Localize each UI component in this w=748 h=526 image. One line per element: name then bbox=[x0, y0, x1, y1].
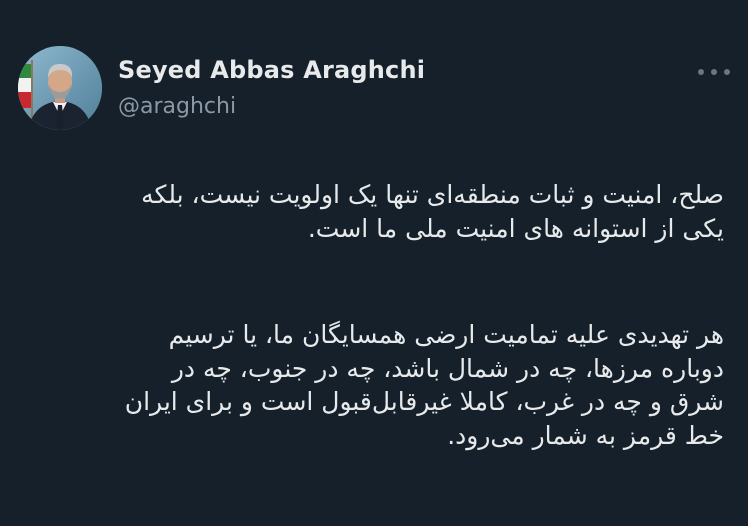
tweet-paragraph: صلح، امنیت و ثبات منطقه‌ای تنها یک اولوی… bbox=[30, 178, 724, 245]
tweet-line: هر تهدیدی علیه تمامیت ارضی همسایگان ما، … bbox=[168, 320, 724, 349]
tweet-card: Seyed Abbas Araghchi @araghchi صلح، امنی… bbox=[0, 0, 748, 526]
tweet-line: خط قرمز به شمار می‌رود. bbox=[447, 420, 724, 450]
tweet-text: صلح، امنیت و ثبات منطقه‌ای تنها یک اولوی… bbox=[30, 178, 724, 452]
more-options-icon-dot bbox=[724, 69, 730, 75]
more-options-icon-dot bbox=[711, 69, 717, 75]
tweet-line: شرق و چه در غرب، کاملا غیرقابل‌قبول است … bbox=[124, 387, 724, 416]
tweet-line: صلح، امنیت و ثبات منطقه‌ای تنها یک اولوی… bbox=[141, 180, 724, 209]
more-options-button[interactable] bbox=[698, 60, 730, 84]
tweet-paragraph: هر تهدیدی علیه تمامیت ارضی همسایگان ما، … bbox=[30, 318, 724, 452]
avatar[interactable] bbox=[18, 46, 102, 130]
tweet-line: دوباره مرزها، چه در شمال باشد، چه در جنو… bbox=[171, 353, 724, 383]
profile-photo-icon bbox=[18, 46, 102, 130]
tweet-line: یکی از استوانه های امنیت ملی ما است. bbox=[307, 213, 724, 243]
more-options-icon bbox=[698, 69, 704, 75]
author-handle[interactable]: @araghchi bbox=[118, 92, 425, 122]
tweet-header: Seyed Abbas Araghchi @araghchi bbox=[18, 46, 425, 130]
author-names: Seyed Abbas Araghchi @araghchi bbox=[118, 54, 425, 122]
author-display-name[interactable]: Seyed Abbas Araghchi bbox=[118, 54, 425, 86]
